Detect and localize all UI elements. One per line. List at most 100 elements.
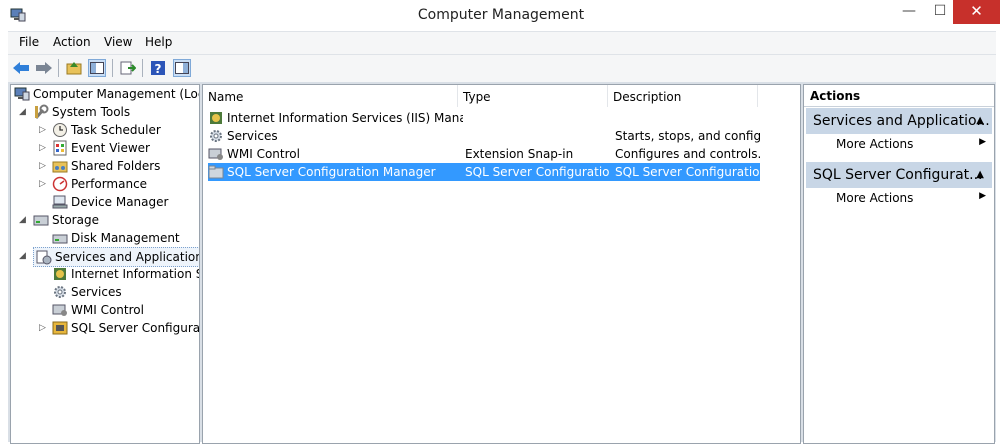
tree-item-disk-management[interactable]: Disk Management bbox=[11, 229, 199, 247]
column-header-description[interactable]: Description bbox=[608, 85, 758, 107]
more-actions-item[interactable]: More Actions ▶ bbox=[836, 191, 986, 205]
tree-item-system-tools[interactable]: ◢ System Tools bbox=[11, 103, 199, 121]
computer-management-icon bbox=[14, 86, 30, 102]
tree-item-services-and-applications[interactable]: ◢ Services and Applications bbox=[11, 247, 200, 267]
back-arrow-icon[interactable] bbox=[12, 59, 30, 77]
tree-label: Storage bbox=[52, 213, 99, 227]
action-group-sql-server-configuration[interactable]: SQL Server Configurat... ▲ bbox=[806, 162, 992, 188]
row-name: Services bbox=[227, 129, 278, 143]
list-row[interactable]: WMI Control Extension Snap-in Configures… bbox=[208, 145, 760, 163]
tree-item-performance[interactable]: ▷ Performance bbox=[11, 175, 199, 193]
gear-icon bbox=[208, 128, 224, 144]
row-description: Configures and controls... bbox=[615, 147, 760, 161]
row-type: Extension Snap-in bbox=[465, 147, 574, 161]
tree-label: Device Manager bbox=[71, 195, 169, 209]
tools-icon bbox=[33, 104, 49, 120]
tree-label: WMI Control bbox=[71, 303, 144, 317]
menu-bar: File Action View Help bbox=[8, 31, 996, 54]
storage-icon bbox=[33, 212, 49, 228]
tree-item-iis[interactable]: Internet Information Ser bbox=[11, 265, 199, 283]
tree-label: Services bbox=[71, 285, 122, 299]
expand-triangle-icon[interactable]: ▷ bbox=[39, 139, 46, 157]
console-tree: Computer Management (Local ◢ System Tool… bbox=[10, 84, 200, 444]
tree-label: Event Viewer bbox=[71, 141, 150, 155]
tree-item-task-scheduler[interactable]: ▷ Task Scheduler bbox=[11, 121, 199, 139]
tree-label: Disk Management bbox=[71, 231, 180, 245]
menu-help[interactable]: Help bbox=[145, 35, 172, 49]
wmi-icon bbox=[52, 302, 68, 318]
clock-icon bbox=[52, 122, 68, 138]
close-button[interactable]: ✕ bbox=[953, 0, 1000, 24]
tree-item-sql-server-configuration[interactable]: ▷ SQL Server Configuratio bbox=[11, 319, 199, 337]
action-group-title: SQL Server Configurat... bbox=[813, 167, 983, 183]
more-actions-item[interactable]: More Actions ▶ bbox=[836, 137, 986, 151]
menu-action[interactable]: Action bbox=[53, 35, 91, 49]
more-actions-label: More Actions bbox=[836, 137, 914, 151]
expand-triangle-icon[interactable]: ▷ bbox=[39, 319, 46, 337]
show-hide-console-tree-icon[interactable] bbox=[88, 59, 106, 77]
services-applications-icon bbox=[36, 249, 52, 265]
list-row[interactable]: Internet Information Services (IIS) Mana… bbox=[208, 109, 760, 127]
wmi-icon bbox=[208, 146, 224, 162]
tree-label: SQL Server Configuratio bbox=[71, 321, 200, 335]
title-bar: Computer Management — ☐ ✕ bbox=[0, 0, 1002, 31]
expand-triangle-icon[interactable]: ▷ bbox=[39, 157, 46, 175]
up-folder-icon[interactable] bbox=[65, 59, 83, 77]
row-type: SQL Server Configuratio... bbox=[465, 165, 610, 179]
column-header-type[interactable]: Type bbox=[458, 85, 608, 107]
event-viewer-icon bbox=[52, 140, 68, 156]
more-actions-label: More Actions bbox=[836, 191, 914, 205]
tree-label: Performance bbox=[71, 177, 148, 191]
collapse-up-icon[interactable]: ▲ bbox=[976, 162, 984, 188]
svg-text:?: ? bbox=[155, 62, 162, 76]
tree-item-computer-management[interactable]: Computer Management (Local bbox=[14, 85, 199, 103]
expand-triangle-icon[interactable]: ▷ bbox=[39, 175, 46, 193]
performance-icon bbox=[52, 176, 68, 192]
tree-label: Shared Folders bbox=[71, 159, 161, 173]
forward-arrow-icon[interactable] bbox=[35, 59, 53, 77]
action-group-services-and-applications[interactable]: Services and Applicatio... ▲ bbox=[806, 108, 992, 134]
disk-icon bbox=[52, 230, 68, 246]
help-icon[interactable]: ? bbox=[149, 59, 167, 77]
submenu-arrow-icon: ▶ bbox=[979, 137, 986, 147]
column-header-name[interactable]: Name bbox=[203, 85, 458, 107]
sql-server-icon bbox=[52, 320, 68, 336]
export-list-icon[interactable] bbox=[119, 59, 137, 77]
collapse-triangle-icon[interactable]: ◢ bbox=[19, 247, 26, 265]
menu-view[interactable]: View bbox=[104, 35, 132, 49]
expand-triangle-icon[interactable]: ▷ bbox=[39, 121, 46, 139]
menu-file[interactable]: File bbox=[19, 35, 39, 49]
gear-icon bbox=[52, 284, 68, 300]
tree-item-wmi-control[interactable]: WMI Control bbox=[11, 301, 199, 319]
row-name: WMI Control bbox=[227, 147, 300, 161]
results-list: Name Type Description Internet Informati… bbox=[202, 84, 801, 444]
collapse-triangle-icon[interactable]: ◢ bbox=[19, 103, 26, 121]
row-description: SQL Server Configuratio... bbox=[615, 165, 760, 179]
maximize-button[interactable]: ☐ bbox=[923, 0, 957, 24]
tree-label: Task Scheduler bbox=[71, 123, 161, 137]
folder-icon bbox=[208, 164, 224, 180]
shared-folder-icon bbox=[52, 158, 68, 174]
device-manager-icon bbox=[52, 194, 68, 210]
iis-icon bbox=[208, 110, 224, 126]
show-hide-action-pane-icon[interactable] bbox=[173, 59, 191, 77]
iis-icon bbox=[52, 266, 68, 282]
list-row-selected[interactable]: SQL Server Configuration Manager SQL Ser… bbox=[208, 163, 760, 181]
collapse-up-icon[interactable]: ▲ bbox=[976, 108, 984, 134]
collapse-triangle-icon[interactable]: ◢ bbox=[19, 211, 26, 229]
tree-item-shared-folders[interactable]: ▷ Shared Folders bbox=[11, 157, 199, 175]
submenu-arrow-icon: ▶ bbox=[979, 191, 986, 201]
tree-item-storage[interactable]: ◢ Storage bbox=[11, 211, 199, 229]
tree-item-services[interactable]: Services bbox=[11, 283, 199, 301]
tree-item-device-manager[interactable]: Device Manager bbox=[11, 193, 199, 211]
window-title: Computer Management bbox=[417, 7, 585, 23]
toolbar: ? bbox=[8, 54, 996, 83]
list-row[interactable]: Services Starts, stops, and config... bbox=[208, 127, 760, 145]
minimize-button[interactable]: — bbox=[892, 0, 926, 24]
tree-item-event-viewer[interactable]: ▷ Event Viewer bbox=[11, 139, 199, 157]
tree-label: System Tools bbox=[52, 105, 131, 119]
tree-label: Services and Applications bbox=[55, 250, 200, 264]
tree-label: Internet Information Ser bbox=[71, 267, 199, 281]
row-name: Internet Information Services (IIS) Mana… bbox=[227, 111, 463, 125]
row-name: SQL Server Configuration Manager bbox=[227, 165, 436, 179]
